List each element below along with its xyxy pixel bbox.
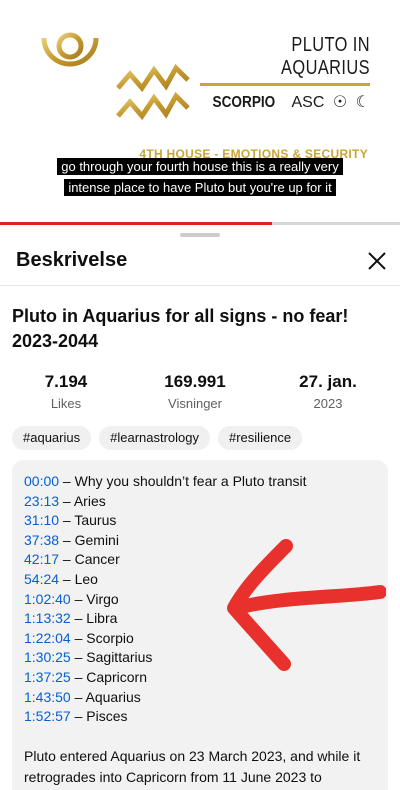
chapter-title: – Virgo [70,590,119,607]
upload-year: 2023 [313,396,343,411]
description-sheet: Beskrivelse Pluto in Aquarius for all si… [0,226,400,790]
aquarius-glyph-icon [116,63,190,121]
chapter-timestamp[interactable]: 31:10 [24,512,59,528]
sheet-header: Beskrivelse [0,242,400,282]
chapter-title: – Aries [59,492,106,509]
likes-count: 7.194 [44,372,88,391]
description-body: Pluto entered Aquarius on 23 March 2023,… [24,748,361,785]
pluto-glyph-icon [41,32,99,116]
chapter-title: – Libra [70,610,118,627]
likes-label: Likes [50,396,82,411]
close-icon[interactable] [362,246,392,276]
video-description-title: Pluto in Aquarius for all signs - no fea… [12,306,349,351]
stat-views: 169.991 Visninger [140,372,250,411]
chapter-timestamp[interactable]: 1:02:40 [24,591,71,607]
caption-text: go through your fourth house this is a r… [57,158,343,196]
chapter-timestamp[interactable]: 1:30:25 [24,649,71,665]
chapter-item: 00:00 – Why you shouldn’t fear a Pluto t… [24,472,307,492]
chapter-item: 23:13 – Aries [24,492,307,512]
chapter-timestamp[interactable]: 1:13:32 [24,610,71,626]
red-arrow-annotation [227,539,386,671]
views-count: 169.991 [164,372,226,391]
moon-icon: ☾ [355,92,370,111]
video-stats: 7.194 Likes 169.991 Visninger 27. jan. 2… [0,372,400,416]
chapter-title: – Leo [59,570,98,587]
header-divider [0,285,400,286]
title-underline [200,83,370,86]
hashtag-chip[interactable]: #learnastrology [99,426,210,450]
chapter-timestamp[interactable]: 54:24 [24,571,59,587]
video-progress-fill [0,222,272,225]
stat-likes: 7.194 Likes [11,372,121,411]
sun-icon: ☉ [332,92,348,111]
chapter-timestamp[interactable]: 1:22:04 [24,630,71,646]
chapter-title: – Sagittarius [70,649,153,666]
ascendant-label: ASC [291,94,325,111]
chapter-title: – Capricorn [70,668,147,685]
chapter-item: 31:10 – Taurus [24,511,307,531]
chapter-timestamp[interactable]: 00:00 [24,473,59,489]
chapter-title: – Cancer [59,551,120,568]
ascendant-sign: SCORPIO [212,94,276,111]
video-title-block: PLUTO IN AQUARIUS SCORPIO ASC ☉ ☾ [200,34,370,112]
chapter-item: 1:43:50 – Aquarius [24,688,307,708]
chapter-title: – Why you shouldn’t fear a Pluto transit [59,473,307,489]
chapter-title: – Scorpio [70,629,134,646]
chapter-title: – Taurus [59,512,117,529]
sheet-title: Beskrivelse [16,249,128,271]
video-caption: go through your fourth house this is a r… [44,156,356,198]
upload-date: 27. jan. [299,372,357,391]
chapter-timestamp[interactable]: 1:37:25 [24,669,71,685]
video-player[interactable]: PLUTO IN AQUARIUS SCORPIO ASC ☉ ☾ 4TH HO… [0,0,400,226]
ascendant-line: SCORPIO ASC ☉ ☾ [200,92,370,112]
chapter-timestamp[interactable]: 37:38 [24,532,59,548]
hashtag-chip[interactable]: #aquarius [12,426,92,450]
video-progress-bar[interactable] [0,222,400,225]
chapter-title: – Aquarius [70,688,141,705]
chapter-title: – Pisces [70,708,128,725]
stat-date: 27. jan. 2023 [273,372,383,411]
hashtag-list: #aquarius #learnastrology #resilience [12,426,303,450]
hashtag-chip[interactable]: #resilience [218,426,303,450]
sheet-drag-handle[interactable] [180,233,220,237]
video-title: PLUTO IN AQUARIUS [281,34,370,79]
chapter-timestamp[interactable]: 42:17 [24,551,59,567]
chapter-timestamp[interactable]: 1:52:57 [24,708,71,724]
chapter-title: – Gemini [59,531,119,548]
chapter-timestamp[interactable]: 1:43:50 [24,689,71,705]
views-label: Visninger [168,396,222,411]
chapter-timestamp[interactable]: 23:13 [24,493,59,509]
chapter-item: 1:52:57 – Pisces [24,707,307,727]
